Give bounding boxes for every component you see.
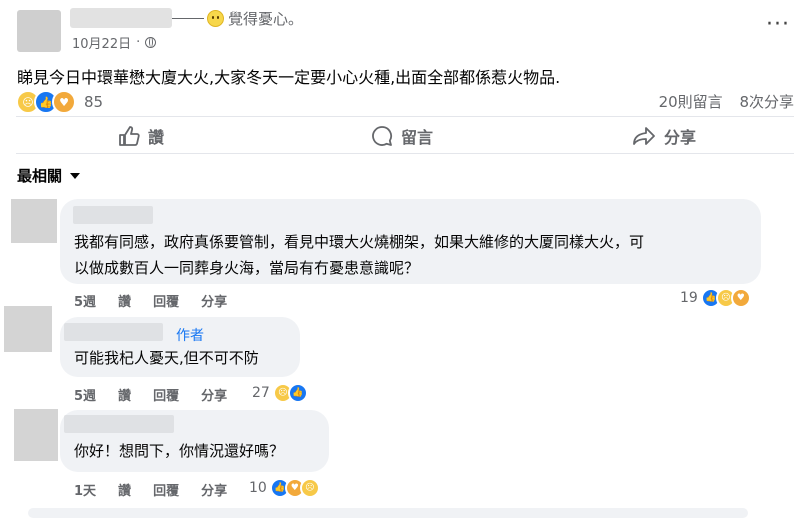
comment-text: 可能我杞人憂天,但不可不防 bbox=[74, 349, 259, 367]
worried-face-icon bbox=[207, 10, 224, 27]
reaction-count: 85 bbox=[84, 93, 104, 111]
divider-bottom bbox=[16, 153, 794, 154]
share-button[interactable]: 分享 bbox=[632, 124, 696, 148]
post-stats: 20則留言 8次分享 bbox=[647, 91, 794, 112]
feeling-text: 覺得憂心。 bbox=[228, 10, 304, 28]
comment-avatar[interactable] bbox=[4, 306, 52, 352]
globe-icon[interactable] bbox=[145, 37, 157, 48]
comments-count-link[interactable]: 20則留言 bbox=[659, 93, 723, 111]
more-dots-icon[interactable]: ··· bbox=[766, 12, 790, 37]
commenter-name-redacted[interactable] bbox=[64, 323, 163, 341]
comment-button-label: 留言 bbox=[401, 128, 434, 147]
comment-time[interactable]: 1天 bbox=[74, 480, 96, 499]
comment-reactions[interactable]: 19 👍 ☹ ♥ bbox=[680, 288, 751, 308]
next-comment-peek bbox=[28, 508, 748, 518]
comment-actions: 5週 讚 回覆 分享 bbox=[74, 385, 227, 404]
care-reaction-icon: ♥ bbox=[730, 288, 751, 308]
comment-like-button[interactable]: 讚 bbox=[118, 291, 131, 310]
comment-reactions[interactable]: 10 👍 ♥ ☹ bbox=[249, 478, 320, 498]
comment-text: 我都有同感，政府真係要管制，看見中環大火燒棚架，如果大維修的大厦同樣大火，可 以… bbox=[74, 229, 644, 281]
comment-share-button[interactable]: 分享 bbox=[201, 480, 227, 499]
like-reaction-icon: 👍 bbox=[287, 383, 308, 403]
comment-avatar[interactable] bbox=[11, 199, 57, 243]
comment-avatar[interactable] bbox=[14, 409, 58, 461]
thumb-up-icon bbox=[119, 126, 140, 146]
comment-sort-dropdown[interactable]: 最相關 bbox=[17, 165, 81, 186]
author-badge: 作者 bbox=[176, 328, 204, 344]
post-reaction-summary[interactable]: ☹ 👍 ♥ 85 bbox=[16, 90, 103, 114]
feeling-status: 覺得憂心。 bbox=[172, 8, 303, 29]
sad-reaction-icon: ☹ bbox=[299, 478, 320, 498]
comment-reply-button[interactable]: 回覆 bbox=[153, 291, 179, 310]
comment-text-line: 以做成數百人一同葬身火海，當局有冇憂患意識呢？ bbox=[74, 259, 420, 277]
comment-reaction-count: 27 bbox=[252, 385, 270, 401]
comment-like-button[interactable]: 讚 bbox=[118, 480, 131, 499]
caret-down-icon bbox=[70, 172, 81, 179]
commenter-name-redacted[interactable] bbox=[64, 415, 174, 433]
comment-time[interactable]: 5週 bbox=[74, 385, 96, 404]
comment-reactions[interactable]: 27 ☹ 👍 bbox=[252, 383, 308, 403]
comment-reply-button[interactable]: 回覆 bbox=[153, 480, 179, 499]
care-reaction-icon: ♥ bbox=[52, 90, 76, 114]
comment-reaction-count: 10 bbox=[249, 480, 267, 496]
meta-separator: · bbox=[136, 35, 141, 50]
post-author-name-redacted[interactable] bbox=[70, 8, 172, 28]
comment-time[interactable]: 5週 bbox=[74, 291, 96, 310]
comment-share-button[interactable]: 分享 bbox=[201, 385, 227, 404]
comment-like-button[interactable]: 讚 bbox=[118, 385, 131, 404]
shares-count-link[interactable]: 8次分享 bbox=[739, 93, 794, 111]
post-author-avatar[interactable] bbox=[17, 10, 61, 52]
post-body-text: 睇見今日中環華懋大廈大火,大家冬天一定要小心火種,出面全部都係惹火物品. bbox=[17, 68, 561, 87]
comment-reply-button[interactable]: 回覆 bbox=[153, 385, 179, 404]
feeling-separator-line bbox=[172, 18, 204, 19]
comment-reaction-count: 19 bbox=[680, 290, 698, 306]
post-date[interactable]: 10月22日 bbox=[72, 33, 131, 52]
like-button[interactable]: 讚 bbox=[118, 124, 164, 148]
divider-top bbox=[16, 116, 794, 117]
comment-text: 你好！想問下，你情況還好嗎？ bbox=[74, 442, 285, 460]
post-meta: 10月22日 · bbox=[72, 33, 157, 52]
like-button-label: 讚 bbox=[148, 128, 165, 147]
comment-bubble-icon bbox=[372, 126, 393, 146]
comment-share-button[interactable]: 分享 bbox=[201, 291, 227, 310]
commenter-name-redacted[interactable] bbox=[73, 206, 153, 224]
comment-actions: 5週 讚 回覆 分享 bbox=[74, 291, 227, 310]
sort-label: 最相關 bbox=[17, 167, 63, 185]
comment-button[interactable]: 留言 bbox=[371, 124, 433, 148]
share-arrow-icon bbox=[633, 127, 655, 145]
share-button-label: 分享 bbox=[664, 128, 697, 147]
comment-text-line: 我都有同感，政府真係要管制，看見中環大火燒棚架，如果大維修的大厦同樣大火，可 bbox=[74, 233, 645, 251]
comment-actions: 1天 讚 回覆 分享 bbox=[74, 480, 227, 499]
